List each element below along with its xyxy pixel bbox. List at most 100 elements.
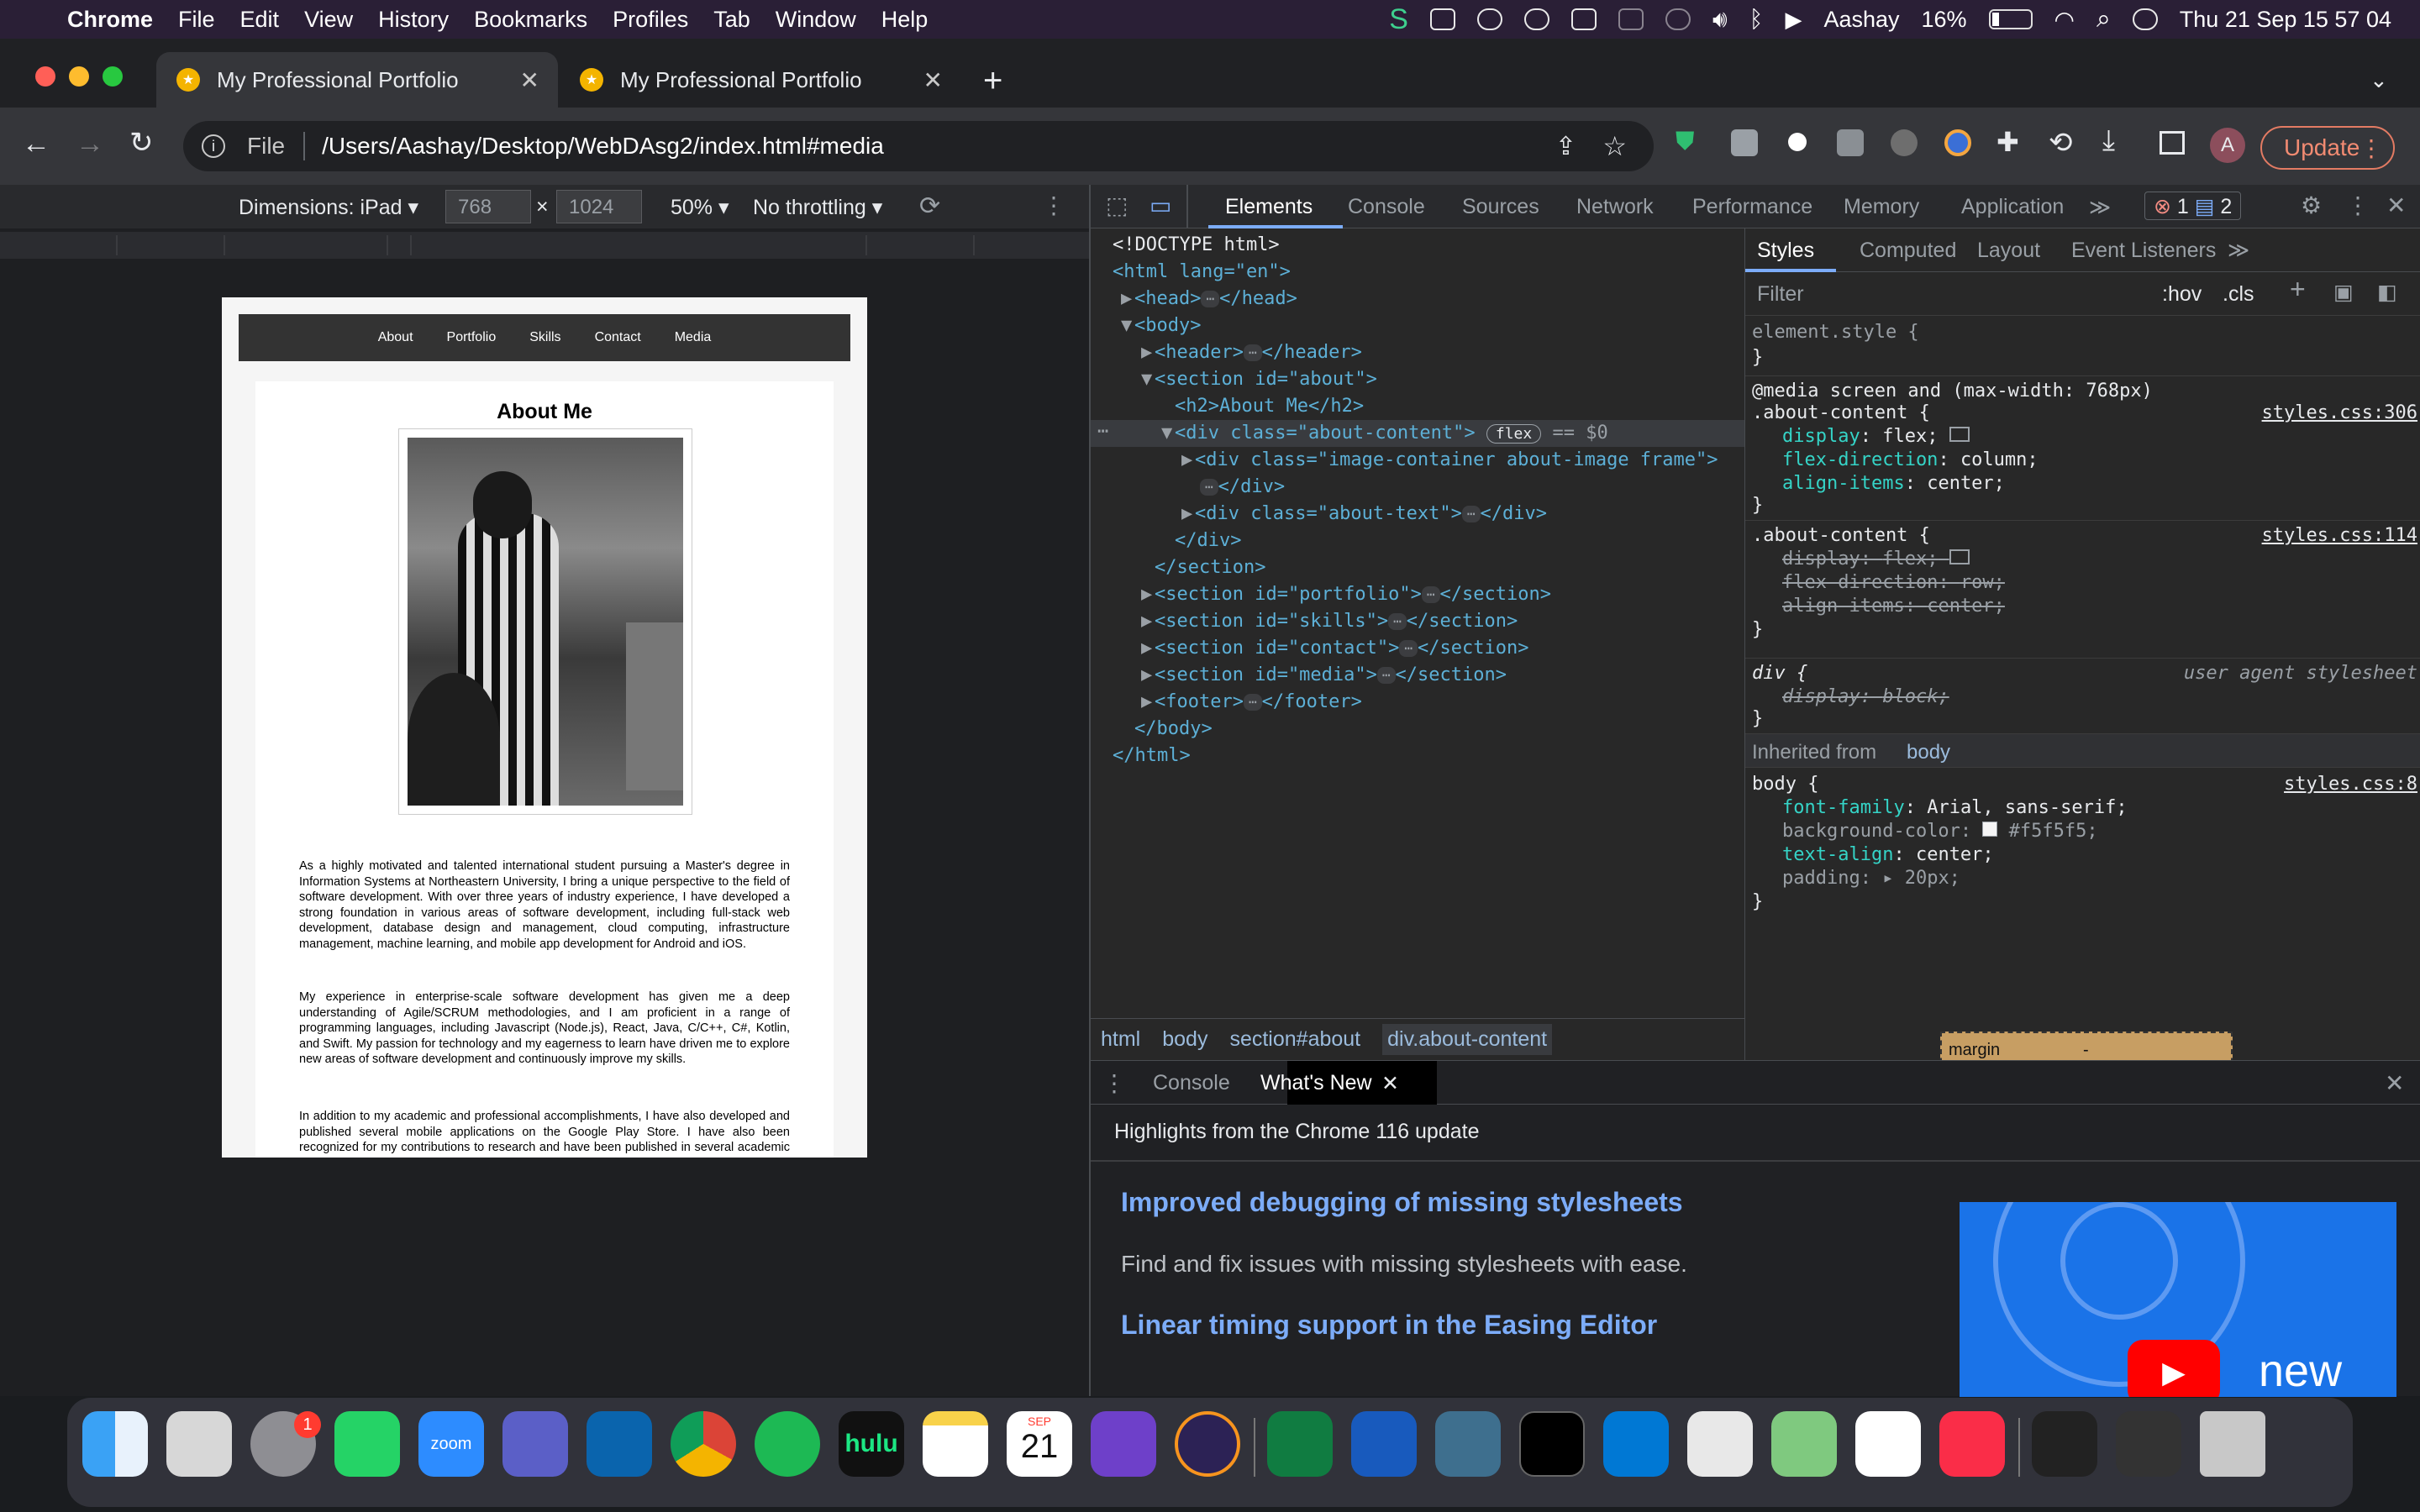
github-desktop-icon[interactable] [1091, 1411, 1156, 1477]
extension-icon[interactable] [1891, 129, 1918, 156]
expand-div-icon[interactable]: ▶ [1181, 501, 1192, 528]
clock[interactable]: Thu 21 Sep 15 57 04 [2180, 7, 2391, 33]
site-nav-about[interactable]: About [378, 330, 413, 345]
color-swatch[interactable] [1982, 822, 1998, 837]
tab-portfolio[interactable]: ★ My Professional Portfolio ✕ [560, 52, 961, 108]
site-nav-media[interactable]: Media [675, 330, 712, 345]
music-icon[interactable] [1939, 1411, 2005, 1477]
menu-profiles[interactable]: Profiles [613, 7, 688, 33]
overridden-property[interactable]: align-items: center; [1782, 595, 2005, 618]
eclipse-icon[interactable] [1175, 1411, 1240, 1477]
hulu-icon[interactable]: hulu [839, 1411, 904, 1477]
media-play-icon[interactable]: ▶︎ [1785, 7, 1802, 33]
device-options-icon[interactable]: ⋮ [1042, 192, 1065, 219]
excel-icon[interactable] [1267, 1411, 1333, 1477]
status-app-icon[interactable]: S [1389, 3, 1408, 36]
dom-body-open[interactable]: <body> [1134, 312, 1201, 339]
overridden-property[interactable]: display: flex; [1782, 548, 1970, 571]
close-whats-new-icon[interactable]: ✕ [1381, 1071, 1399, 1096]
flexbox-editor-icon[interactable] [1949, 427, 1970, 442]
close-tab-icon[interactable]: ✕ [520, 66, 539, 94]
airdrop-icon[interactable] [1665, 8, 1691, 30]
dom-html-open[interactable]: <html lang="en"> [1113, 259, 1291, 286]
viewport-height-input[interactable]: 1024 [556, 190, 642, 223]
inherited-from-link[interactable]: body [1907, 741, 1950, 764]
omnibox[interactable]: i File /Users/Aashay/Desktop/WebDAsg2/in… [183, 121, 1654, 171]
whats-new-video-thumbnail[interactable]: ▶ new [1960, 1202, 2396, 1397]
update-button[interactable]: Update ⋮ [2260, 126, 2395, 170]
style-property[interactable]: display: flex; [1782, 425, 1970, 449]
collapse-div-icon[interactable]: ▼ [1161, 420, 1172, 447]
menu-tab[interactable]: Tab [713, 7, 750, 33]
overridden-property[interactable]: flex-direction: row; [1782, 571, 2005, 595]
play-icon[interactable]: ▶ [2128, 1340, 2220, 1397]
ellipsis-badge[interactable]: ⋯ [1201, 291, 1220, 307]
notes-icon[interactable] [923, 1411, 988, 1477]
feature-link-easing[interactable]: Linear timing support in the Easing Edit… [1121, 1310, 1657, 1341]
subtab-layout[interactable]: Layout [1977, 239, 2040, 262]
teams-icon[interactable] [502, 1411, 568, 1477]
expand-header-icon[interactable]: ▶ [1141, 339, 1152, 366]
shield-extension-icon[interactable]: ⛊ [1676, 128, 1695, 156]
extension-icon[interactable] [1944, 129, 1971, 156]
dom-section-media[interactable]: <section id="media"> ⋯ </section> [1155, 662, 1507, 689]
minimize-window-button[interactable] [69, 66, 89, 87]
url-text[interactable]: /Users/Aashay/Desktop/WebDAsg2/index.htm… [322, 133, 884, 160]
style-property[interactable]: flex-direction: column; [1782, 449, 2039, 472]
status-icon[interactable] [1429, 8, 1455, 30]
expand-head-icon[interactable]: ▶ [1121, 286, 1132, 312]
zoom-dropdown[interactable]: 50% ▾ [671, 195, 729, 220]
minimized-window-thumbnail[interactable] [2116, 1411, 2181, 1477]
tab-elements[interactable]: Elements [1225, 195, 1313, 219]
share-icon[interactable]: ⇪ [1555, 132, 1576, 161]
menu-app-name[interactable]: Chrome [67, 7, 153, 33]
new-rule-icon[interactable]: + [2290, 276, 2306, 302]
launchpad-icon[interactable] [166, 1411, 232, 1477]
ellipsis-badge[interactable]: ⋯ [1376, 667, 1396, 684]
zoom-window-button[interactable] [103, 66, 123, 87]
more-subtabs-icon[interactable]: ≫ [2228, 239, 2249, 262]
expand-section-icon[interactable]: ▶ [1141, 608, 1152, 635]
crumb-html[interactable]: html [1101, 1027, 1140, 1052]
crumb-div[interactable]: div.about-content [1382, 1024, 1553, 1055]
tab-network[interactable]: Network [1576, 195, 1654, 219]
sidebar-toggle-icon[interactable]: ◧ [2377, 281, 2397, 304]
slack-icon[interactable] [1855, 1411, 1921, 1477]
expand-div-icon[interactable]: ▶ [1181, 447, 1192, 474]
cls-toggle[interactable]: .cls [2223, 282, 2254, 306]
dom-section-contact[interactable]: <section id="contact"> ⋯ </section> [1155, 635, 1529, 662]
expand-section-icon[interactable]: ▶ [1141, 662, 1152, 689]
site-nav-contact[interactable]: Contact [595, 330, 641, 345]
spotify-icon[interactable] [755, 1411, 820, 1477]
rule-selector[interactable]: body { [1752, 773, 1818, 796]
menu-window[interactable]: Window [776, 7, 856, 33]
subtab-event-listeners[interactable]: Event Listeners [2071, 239, 2216, 262]
site-nav-skills[interactable]: Skills [529, 330, 560, 345]
expand-section-icon[interactable]: ▶ [1141, 581, 1152, 608]
extension-icon[interactable] [1837, 129, 1864, 156]
chrome-icon[interactable] [671, 1411, 736, 1477]
drawer-menu-icon[interactable]: ⋮ [1102, 1069, 1126, 1097]
media-query-bar[interactable] [0, 232, 1089, 259]
extensions-puzzle-icon[interactable]: ✚ [1996, 126, 2019, 158]
subtab-styles[interactable]: Styles [1757, 239, 1814, 262]
bookmark-star-icon[interactable]: ☆ [1602, 130, 1627, 162]
maps-icon[interactable] [1771, 1411, 1837, 1477]
computed-styles-icon[interactable]: ▣ [2333, 281, 2354, 304]
volume-icon[interactable]: 🔊︎ [1712, 6, 1728, 34]
flex-badge[interactable]: flex [1486, 424, 1542, 444]
ellipsis-badge[interactable]: ⋯ [1243, 694, 1262, 711]
collapse-section-icon[interactable]: ▼ [1141, 366, 1152, 393]
devtools-menu-icon[interactable]: ⋮ [2346, 192, 2370, 219]
tab-memory[interactable]: Memory [1844, 195, 1919, 219]
vscode-icon[interactable] [1603, 1411, 1669, 1477]
rule-source-link[interactable]: styles.css:8 [2284, 773, 2417, 796]
menu-bookmarks[interactable]: Bookmarks [474, 7, 587, 33]
ellipsis-badge[interactable]: ⋯ [1388, 613, 1407, 630]
tab-portfolio-active[interactable]: ★ My Professional Portfolio ✕ [156, 52, 558, 108]
stage-manager-icon[interactable] [1618, 8, 1644, 30]
ellipsis-badge[interactable]: ⋯ [1243, 344, 1262, 361]
close-devtools-icon[interactable]: ✕ [2386, 192, 2406, 219]
menu-history[interactable]: History [378, 7, 449, 33]
forward-icon[interactable]: → [76, 128, 104, 160]
